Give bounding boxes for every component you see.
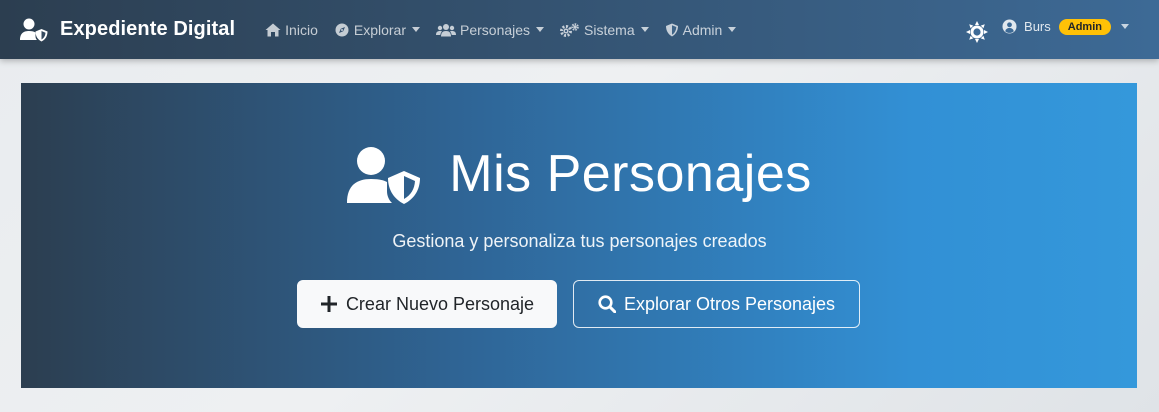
nav-item-admin[interactable]: Admin (665, 22, 737, 38)
create-character-label: Crear Nuevo Personaje (345, 293, 535, 314)
chevron-down-icon (640, 27, 649, 32)
user-shield-icon (20, 18, 48, 41)
nav-item-personajes[interactable]: Personajes (436, 21, 545, 38)
shield-icon (665, 23, 678, 36)
plus-icon (320, 296, 337, 312)
nav-label-admin: Admin (682, 21, 723, 38)
chevron-down-icon (728, 27, 737, 32)
nav-item-sistema[interactable]: Sistema (560, 22, 649, 38)
user-menu[interactable]: Burs Admin (1002, 18, 1129, 35)
page-title: Mis Personajes (449, 145, 812, 203)
nav-item-inicio[interactable]: Inicio (265, 22, 318, 38)
top-navbar: Expediente Digital Inicio Explorar Perso… (0, 0, 1159, 59)
chevron-down-icon (1121, 24, 1129, 29)
user-name: Burs (1024, 19, 1051, 34)
page-subtitle: Gestiona y personaliza tus personajes cr… (392, 231, 767, 251)
role-badge: Admin (1058, 18, 1111, 35)
user-shield-icon (347, 147, 421, 204)
compass-icon (335, 23, 349, 36)
cogs-icon (560, 22, 579, 37)
create-character-button[interactable]: Crear Nuevo Personaje (297, 280, 557, 328)
home-icon (265, 23, 281, 36)
explore-characters-button[interactable]: Explorar Otros Personajes (573, 280, 860, 328)
brand-title: Expediente Digital (60, 18, 236, 40)
hero-heading: Mis Personajes (0, 143, 1159, 205)
chevron-down-icon (536, 27, 545, 32)
user-circle-icon (1002, 19, 1017, 34)
nav-item-explorar[interactable]: Explorar (334, 22, 420, 38)
navbar-right: Burs Admin (966, 0, 1129, 59)
chevron-down-icon (412, 27, 420, 32)
nav-label-inicio: Inicio (285, 21, 318, 38)
users-icon (436, 23, 456, 36)
search-icon (598, 295, 616, 313)
sun-icon[interactable] (966, 21, 989, 43)
nav-label-personajes: Personajes (460, 21, 531, 38)
nav-label-explorar: Explorar (353, 21, 406, 38)
explore-characters-label: Explorar Otros Personajes (623, 293, 836, 314)
nav-label-sistema: Sistema (584, 21, 635, 38)
brand-link[interactable]: Expediente Digital (20, 18, 235, 42)
